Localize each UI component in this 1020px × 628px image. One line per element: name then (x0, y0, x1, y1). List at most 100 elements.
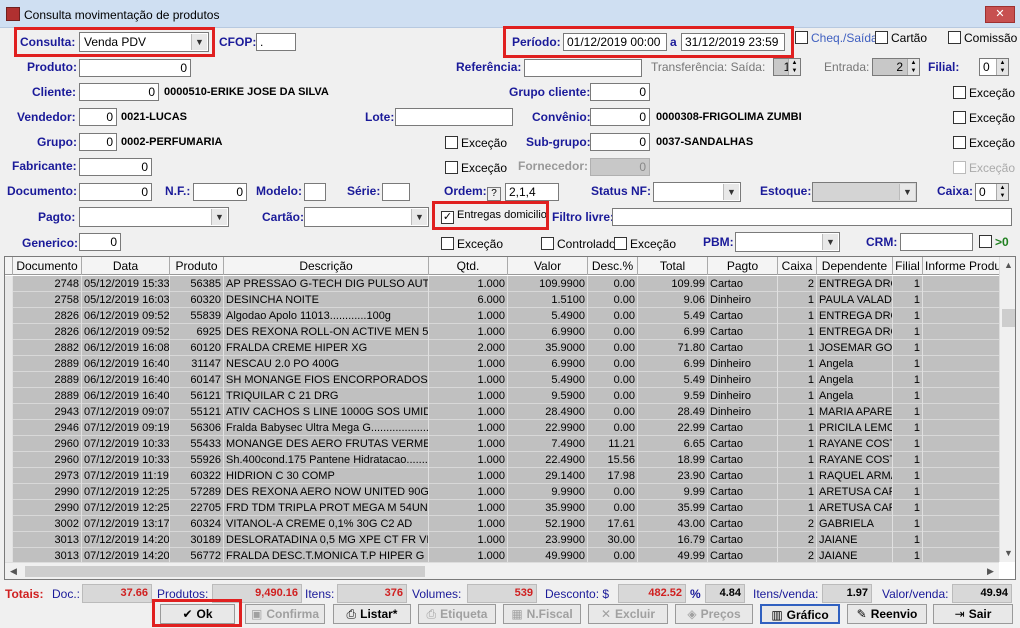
table-row[interactable]: 2973 07/12/2019 11:19 60322 HIDRION C 30 CO… (5, 468, 999, 484)
comissao-checkbox[interactable]: Comissão (948, 31, 1017, 45)
column-header[interactable]: Qtd. (429, 257, 508, 275)
controlado-checkbox[interactable]: Controlado (541, 237, 616, 251)
scroll-down-icon[interactable]: ▼ (1000, 545, 1015, 562)
grafico-button[interactable]: ▥ Gráfico (760, 604, 840, 624)
gt0-checkbox[interactable]: >0 (979, 235, 1009, 249)
entrada-spinner[interactable]: 2 ▲ ▼ (872, 58, 920, 76)
generico-input[interactable]: 0 (79, 233, 121, 251)
column-header[interactable]: Valor (508, 257, 588, 275)
crm-input[interactable] (900, 233, 973, 251)
excecao-checkbox-fabricante[interactable]: Exceção (445, 161, 507, 175)
column-header[interactable]: Total (638, 257, 708, 275)
listar-button[interactable]: ⎙ Listar* (333, 604, 411, 624)
column-header[interactable]: Pagto (708, 257, 778, 275)
nf-input[interactable]: 0 (193, 183, 247, 201)
subgrupo-input[interactable]: 0 (590, 133, 650, 151)
cfop-input[interactable]: . (256, 33, 296, 51)
grupo-input[interactable]: 0 (79, 133, 117, 151)
periodo-start-input[interactable]: 01/12/2019 00:00 (563, 33, 667, 51)
excecao-text: Exceção (969, 111, 1016, 125)
table-row[interactable]: 2960 07/12/2019 10:33 55926 Sh.400cond.175 … (5, 452, 999, 468)
scroll-right-icon[interactable]: ▶ (982, 563, 999, 579)
column-header[interactable]: Dependente (817, 257, 893, 275)
cheq-saida-checkbox[interactable]: Cheq./Saída (795, 31, 878, 45)
filial-spinner[interactable]: 0 ▲ ▼ (979, 58, 1009, 76)
table-row[interactable]: 2889 06/12/2019 16:40 31147 NESCAU 2.0 PO 4… (5, 356, 999, 372)
fabricante-input[interactable]: 0 (79, 158, 152, 176)
table-cell: Cartao (708, 276, 778, 292)
table-row[interactable]: 2943 07/12/2019 09:07 55121 ATIV CACHOS S L… (5, 404, 999, 420)
entregas-domicilio-checkbox[interactable]: ✓ Entregas domicilio (441, 209, 547, 224)
precos-button[interactable]: ◈ Preços (675, 604, 753, 624)
cartao-select[interactable]: ▼ (304, 207, 429, 227)
scroll-left-icon[interactable]: ◀ (5, 563, 22, 579)
column-header[interactable]: Desc.% (588, 257, 638, 275)
excecao-checkbox-cliente[interactable]: Exceção (953, 86, 1015, 100)
convenio-input[interactable]: 0 (590, 108, 650, 126)
excecao-checkbox-subgrupo[interactable]: Exceção (953, 136, 1015, 150)
sair-button[interactable]: ⇥ Sair (933, 604, 1013, 624)
column-header[interactable]: Filial (893, 257, 923, 275)
column-header[interactable]: Informe Produ (923, 257, 1005, 275)
excecao-checkbox-controlado[interactable]: Exceção (614, 237, 676, 251)
nfiscal-button[interactable]: ▦ N.Fiscal (503, 604, 581, 624)
grupo-cliente-input[interactable]: 0 (590, 83, 650, 101)
table-cell: 6.65 (638, 436, 708, 452)
caixa-spinner[interactable]: 0 ▲ ▼ (975, 183, 1009, 201)
table-row[interactable]: 3002 07/12/2019 13:17 60324 VITANOL-A CREME… (5, 516, 999, 532)
close-button[interactable]: ✕ (985, 6, 1015, 23)
table-row[interactable]: 2748 05/12/2019 15:33 56385 AP PRESSAO G-TE… (5, 276, 999, 292)
table-row[interactable]: 2960 07/12/2019 10:33 55433 MONANGE DES AER… (5, 436, 999, 452)
cartao-checkbox[interactable]: Cartão (875, 31, 927, 45)
excecao-checkbox-generico[interactable]: Exceção (441, 237, 503, 251)
vertical-scrollbar[interactable]: ▲ ▼ (999, 257, 1015, 562)
serie-input[interactable] (382, 183, 410, 201)
table-row[interactable]: 2990 07/12/2019 12:25 57289 DES REXONA AERO… (5, 484, 999, 500)
vendedor-input[interactable]: 0 (79, 108, 117, 126)
confirma-button[interactable]: ▣ Confirma (245, 604, 325, 624)
excecao-checkbox-convenio[interactable]: Exceção (953, 111, 1015, 125)
filtro-livre-input[interactable] (612, 208, 1012, 226)
ok-button[interactable]: ✔ Ok (160, 604, 235, 624)
scroll-thumb[interactable] (1002, 309, 1015, 327)
pagto-select[interactable]: ▼ (79, 207, 229, 227)
excecao-checkbox-grupo[interactable]: Exceção (445, 136, 507, 150)
table-row[interactable]: 3013 07/12/2019 14:20 30189 DESLORATADINA 0… (5, 532, 999, 548)
scroll-up-icon[interactable]: ▲ (1000, 257, 1015, 274)
modelo-input[interactable] (304, 183, 326, 201)
consulta-select[interactable]: Venda PDV ▼ (79, 32, 209, 52)
lote-input[interactable] (395, 108, 513, 126)
produto-input[interactable]: 0 (79, 59, 191, 77)
results-grid[interactable]: Documento Data Produto Descrição Qtd. Va… (4, 256, 1016, 580)
fornecedor-input[interactable]: 0 (590, 158, 650, 176)
column-header[interactable]: Produto (170, 257, 224, 275)
table-row[interactable]: 2889 06/12/2019 16:40 56121 TRIQUILAR C 21 … (5, 388, 999, 404)
column-header[interactable]: Data (82, 257, 170, 275)
scroll-thumb[interactable] (25, 566, 425, 577)
column-header[interactable]: Caixa (778, 257, 817, 275)
periodo-end-input[interactable]: 31/12/2019 23:59 (681, 33, 785, 51)
saida-spinner[interactable]: 1 ▲ ▼ (773, 58, 801, 76)
excecao-checkbox-fornecedor[interactable]: Exceção (953, 161, 1015, 175)
cliente-input[interactable]: 0 (79, 83, 159, 101)
table-row[interactable]: 2990 07/12/2019 12:25 22705 FRD TDM TRIPLA … (5, 500, 999, 516)
table-row[interactable]: 2889 06/12/2019 16:40 60147 SH MONANGE FIOS… (5, 372, 999, 388)
table-row[interactable]: 2826 06/12/2019 09:52 6925 DES REXONA ROLL-… (5, 324, 999, 340)
reenvio-button[interactable]: ✎ Reenvio (847, 604, 927, 624)
ordem-help-button[interactable]: ? (487, 185, 505, 201)
table-row[interactable]: 2946 07/12/2019 09:19 56306 Fralda Babysec … (5, 420, 999, 436)
status-nf-select[interactable]: ▼ (653, 182, 741, 202)
table-row[interactable]: 2826 06/12/2019 09:52 55839 Algodao Apolo 1… (5, 308, 999, 324)
column-header[interactable]: Documento (13, 257, 82, 275)
excluir-button[interactable]: ✕ Excluir (588, 604, 668, 624)
pbm-select[interactable]: ▼ (735, 232, 840, 252)
etiqueta-button[interactable]: ⎙ Etiqueta (418, 604, 496, 624)
referencia-input[interactable] (524, 59, 642, 77)
documento-input[interactable]: 0 (79, 183, 152, 201)
column-header[interactable]: Descrição (224, 257, 429, 275)
estoque-select[interactable]: ▼ (812, 182, 917, 202)
horizontal-scrollbar[interactable]: ◀ ▶ (5, 562, 999, 579)
table-row[interactable]: 2882 06/12/2019 16:08 60120 FRALDA CREME HI… (5, 340, 999, 356)
table-row[interactable]: 2758 05/12/2019 16:03 60320 DESINCHA NOITE 6… (5, 292, 999, 308)
ordem-input[interactable]: 2,1,4 (505, 183, 559, 201)
